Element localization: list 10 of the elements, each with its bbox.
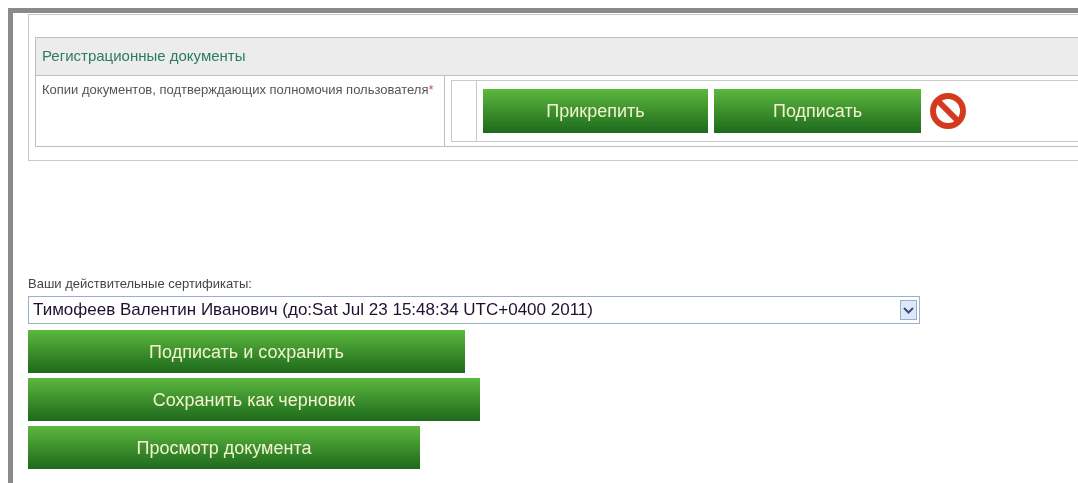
action-button[interactable]: Просмотр документа	[28, 426, 420, 469]
certificate-select[interactable]: Тимофеев Валентин Иванович (до:Sat Jul 23 15:48:34 UTC+0400 2011)	[28, 296, 920, 324]
action-button[interactable]: Подписать и сохранить	[28, 330, 465, 373]
prohibited-icon[interactable]	[929, 92, 967, 130]
field-label: Копии документов, подтверждающих полномочия пользователя*	[42, 82, 434, 97]
certificates-label: Ваши действительные сертификаты:	[28, 275, 253, 293]
action-button[interactable]: Сохранить как черновик	[28, 378, 480, 421]
section-header: Регистрационные документы	[36, 38, 1078, 76]
attach-button[interactable]: Прикрепить	[483, 89, 708, 133]
attach-button[interactable]: Подписать	[714, 89, 921, 133]
